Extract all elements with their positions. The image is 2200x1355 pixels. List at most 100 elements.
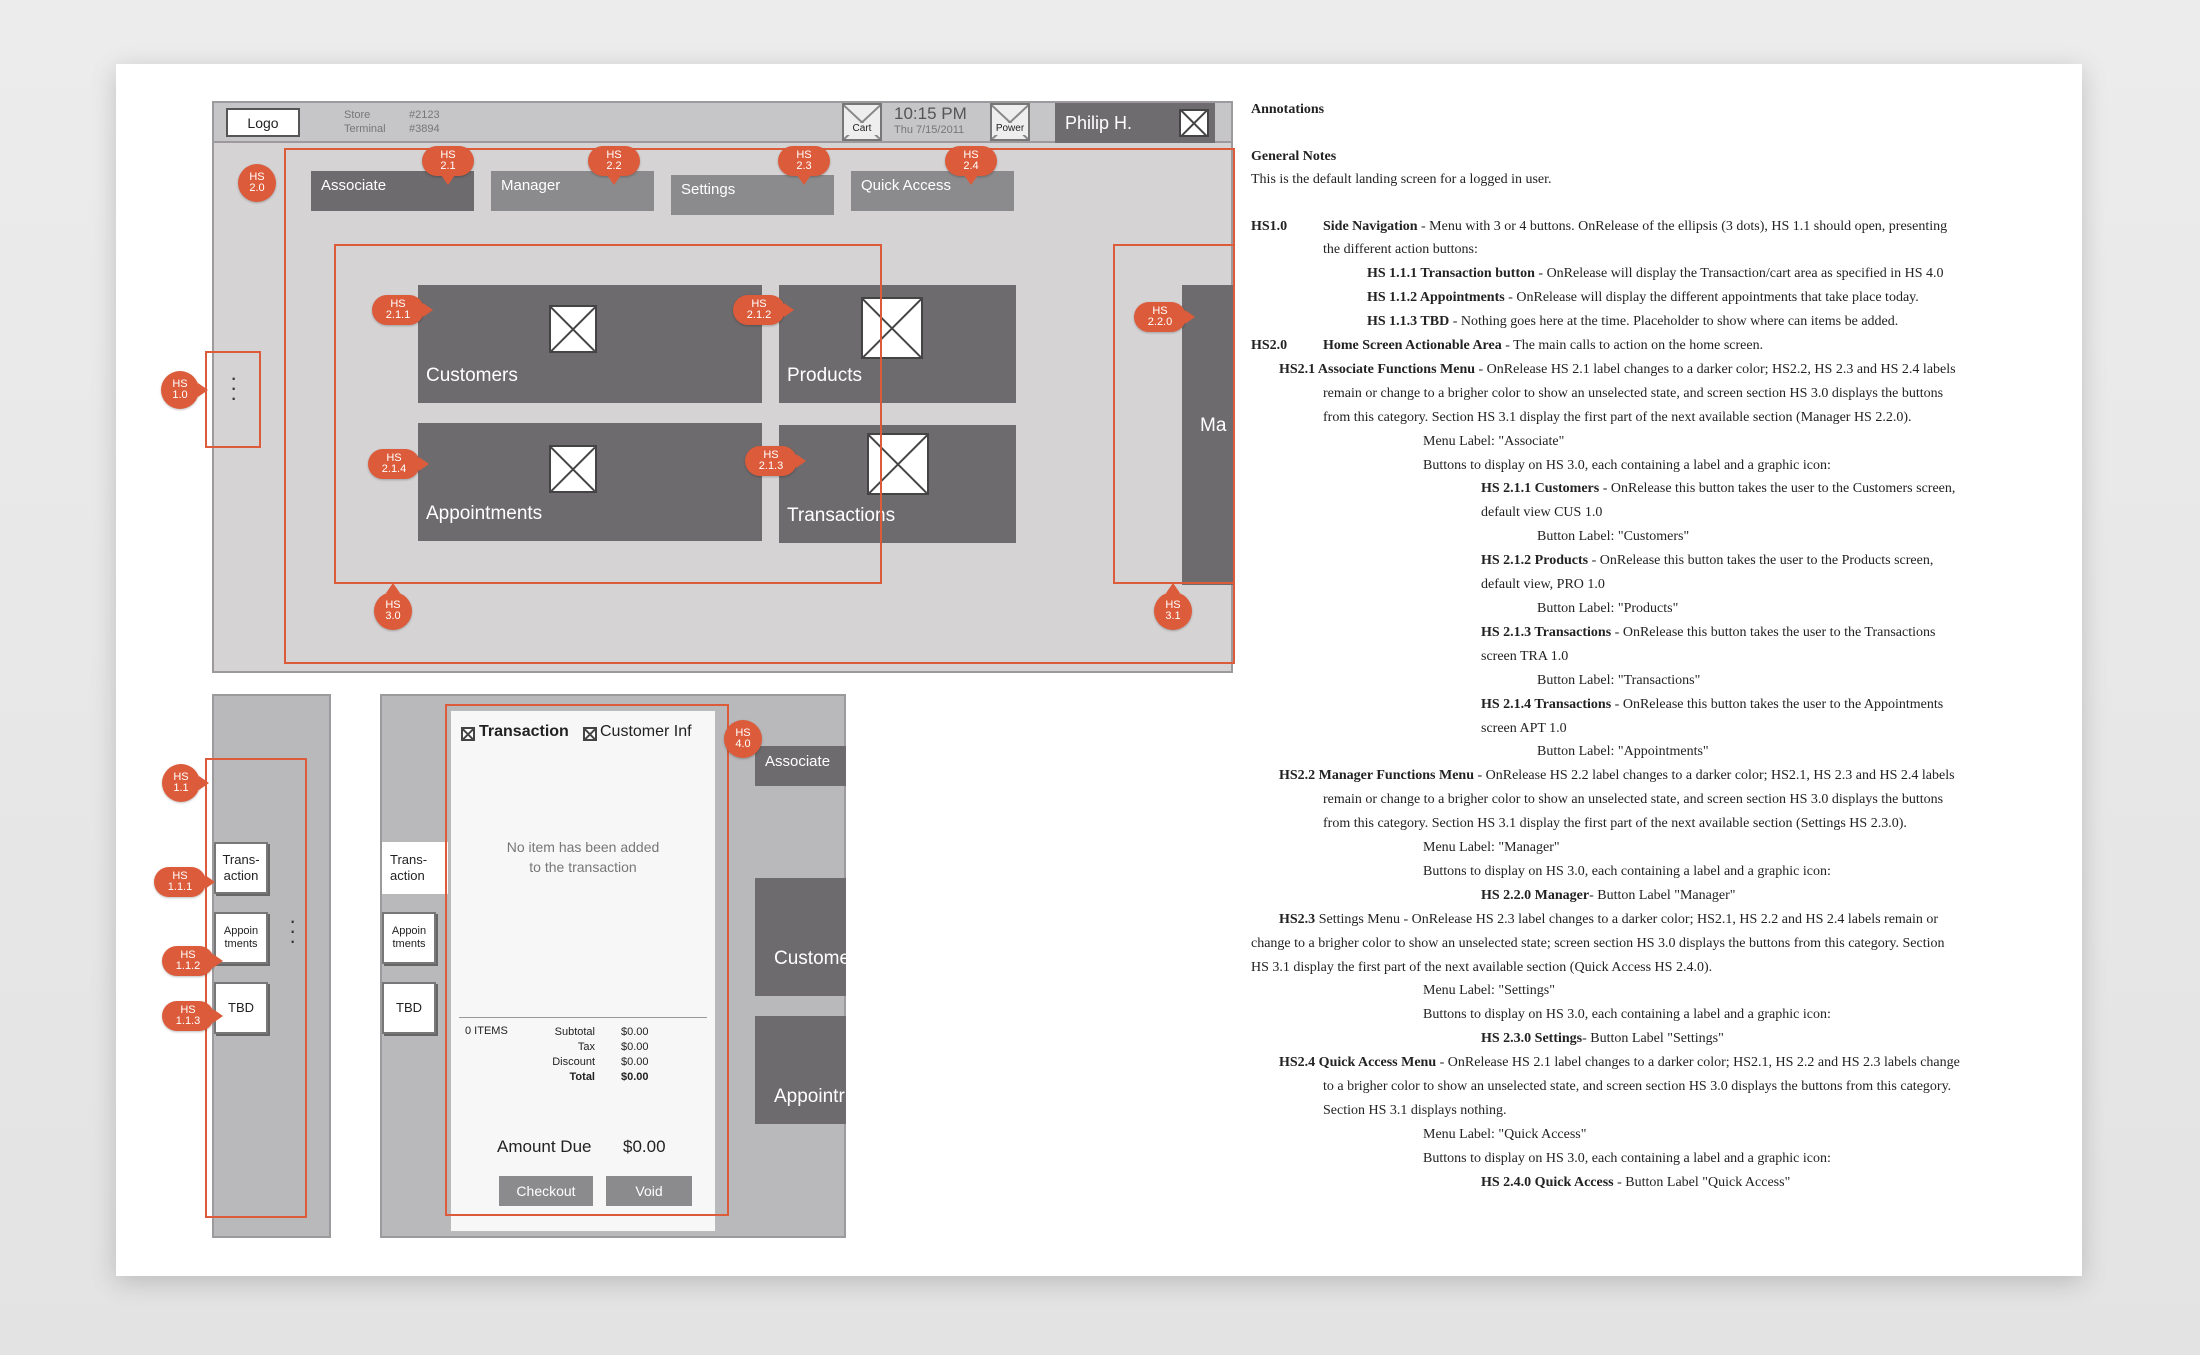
annotation-line: screen TRA 1.0 xyxy=(1481,645,1568,669)
hotspot-hs1-0-outline xyxy=(205,351,261,448)
annotation-line: Buttons to display on HS 3.0, each conta… xyxy=(1423,454,1831,478)
annotation-line-heading: HS2.1 Associate Functions Menu xyxy=(1279,361,1476,377)
annotation-line: Menu Label: "Quick Access" xyxy=(1423,1123,1586,1147)
hotspot-hs3-1-outline xyxy=(1113,244,1235,584)
annotation-line: HS 2.1.4 Transactions - OnRelease this b… xyxy=(1481,693,1943,717)
annotation-line-text: Button Label: "Products" xyxy=(1537,600,1679,616)
annotation-line-text: - OnRelease HS 2.1 label changes to a da… xyxy=(1436,1055,1960,1071)
annotation-line: remain or change to a brigher color to s… xyxy=(1323,788,1943,812)
annotation-line: HS2.3 Settings Menu - OnRelease HS 2.3 l… xyxy=(1279,908,1938,932)
annotation-line: Menu Label: "Settings" xyxy=(1423,979,1555,1003)
annotations-title: Annotations xyxy=(1251,102,1325,117)
annotation-line-heading: HS 2.1.2 Products xyxy=(1481,553,1589,569)
annotation-line-text: - OnRelease this button takes the user t… xyxy=(1588,553,1934,569)
pin-hs4-0-number: 4.0 xyxy=(735,738,751,750)
annotation-line: HS 2.4.0 Quick Access - Button Label "Qu… xyxy=(1481,1171,1790,1195)
annotation-line: HS 1.1.2 Appointments - OnRelease will d… xyxy=(1367,286,1919,310)
annotation-line-text: Buttons to display on HS 3.0, each conta… xyxy=(1423,863,1831,879)
annotation-line: HS 2.1.3 Transactions - OnRelease this b… xyxy=(1481,621,1935,645)
annotation-line-text: to a brigher color to show an unselected… xyxy=(1323,1079,1952,1095)
annotation-line-text: default view, PRO 1.0 xyxy=(1481,577,1605,593)
pin-hs2-1-2-number: 2.1.2 xyxy=(746,309,772,321)
annotation-line-text: Settings Menu - OnRelease HS 2.3 label c… xyxy=(1315,911,1939,927)
pin-hs1-1: HS 1.1 xyxy=(162,764,200,802)
annotation-line-heading: HS 2.3.0 Settings xyxy=(1481,1031,1583,1047)
terminal-number: #3894 xyxy=(409,123,440,135)
annotation-line: HS 2.1.1 Customers - OnRelease this butt… xyxy=(1481,477,1955,501)
annotation-line-heading: Home Screen Actionable Area xyxy=(1323,338,1502,354)
annotation-line-heading: HS 2.1.4 Transactions xyxy=(1481,696,1612,712)
transaction-side-appointments-button[interactable]: Appoin tments xyxy=(382,912,436,964)
annotation-line: Buttons to display on HS 3.0, each conta… xyxy=(1423,860,1831,884)
power-label: Power xyxy=(992,123,1028,135)
annotation-line-heading: HS2.2 Manager Functions Menu xyxy=(1279,768,1474,784)
pin-hs2-0-number: 2.0 xyxy=(249,182,265,194)
annotation-line-text: - Nothing goes here at the time. Placeho… xyxy=(1449,314,1899,330)
annotation-line: HS2.1 Associate Functions Menu - OnRelea… xyxy=(1279,358,1956,382)
logo: Logo xyxy=(226,108,300,137)
annotation-line: screen APT 1.0 xyxy=(1481,717,1567,741)
annotation-line-heading: HS 2.4.0 Quick Access xyxy=(1481,1174,1614,1190)
annotation-line-text: - OnRelease this button takes the user t… xyxy=(1599,481,1956,497)
annotation-line-text: remain or change to a brigher color to s… xyxy=(1323,385,1944,401)
pin-hs2-1-3-number: 2.1.3 xyxy=(758,460,784,472)
peek-customers-tile[interactable]: Custome xyxy=(755,878,846,996)
annotation-line: from this category. Section HS 3.1 displ… xyxy=(1323,812,1907,836)
annotation-line-text: Buttons to display on HS 3.0, each conta… xyxy=(1423,1150,1831,1166)
annotation-line: HS 3.1 display the first part of the nex… xyxy=(1251,956,1712,980)
annotation-line-text: - Menu with 3 or 4 buttons. OnRelease of… xyxy=(1417,218,1948,234)
cart-button[interactable]: Cart xyxy=(842,103,882,141)
pin-hs2-1-3: HS 2.1.3 xyxy=(745,446,797,476)
annotation-line-text: - Button Label "Manager" xyxy=(1589,887,1736,903)
annotation-line: HS 1.1.1 Transaction button - OnRelease … xyxy=(1367,262,1944,286)
pin-hs3-0: HS 3.0 xyxy=(374,592,412,630)
annotation-line-text: Button Label: "Customers" xyxy=(1537,529,1690,545)
pin-hs1-1-3: HS 1.1.3 xyxy=(162,1001,214,1031)
store-label: Store xyxy=(344,109,371,121)
annotation-line-text: - OnRelease HS 2.1 label changes to a da… xyxy=(1475,361,1956,377)
annotation-line: remain or change to a brigher color to s… xyxy=(1323,382,1943,406)
annotation-line: HS 2.1.2 Products - OnRelease this butto… xyxy=(1481,549,1933,573)
general-notes-text: This is the default landing screen for a… xyxy=(1251,172,1552,187)
annotation-line-heading: HS2.3 xyxy=(1279,911,1316,927)
pin-hs3-1-number: 3.1 xyxy=(1165,610,1181,622)
pin-hs2-2-0-number: 2.2.0 xyxy=(1147,316,1173,328)
annotation-line: Side Navigation - Menu with 3 or 4 butto… xyxy=(1323,215,1947,239)
annotation-line-text: Menu Label: "Associate" xyxy=(1423,433,1565,449)
transaction-side-tbd-button[interactable]: TBD xyxy=(382,982,436,1034)
pin-hs2-3: HS 2.3 xyxy=(778,146,830,176)
annotation-line-text: default view CUS 1.0 xyxy=(1481,505,1603,521)
pin-hs2-1-number: 2.1 xyxy=(440,160,456,172)
annotation-line: change to a brigher color to show an uns… xyxy=(1251,932,1944,956)
pin-hs2-1-1: HS 2.1.1 xyxy=(372,295,424,325)
annotation-line: Home Screen Actionable Area - The main c… xyxy=(1323,334,1763,358)
annotation-line-text: remain or change to a brigher color to s… xyxy=(1323,792,1944,808)
pin-hs1-1-2: HS 1.1.2 xyxy=(162,946,214,976)
annotation-line-text: change to a brigher color to show an uns… xyxy=(1251,935,1945,951)
annotation-line-text: screen TRA 1.0 xyxy=(1481,648,1569,664)
clock-time: 10:15 PM xyxy=(894,104,967,123)
annotation-line-text: the different action buttons: xyxy=(1323,242,1478,258)
power-button[interactable]: Power xyxy=(990,103,1030,141)
store-number: #2123 xyxy=(409,109,440,121)
annotation-line: to a brigher color to show an unselected… xyxy=(1323,1075,1951,1099)
transaction-side-tab[interactable]: Trans- action xyxy=(382,842,448,894)
pin-hs2-2-number: 2.2 xyxy=(606,160,622,172)
peek-appointments-tile[interactable]: Appointr xyxy=(755,1016,846,1124)
pin-hs2-2-0: HS 2.2.0 xyxy=(1134,302,1186,332)
annotation-line: Menu Label: "Associate" xyxy=(1423,430,1564,454)
pin-hs2-1-2: HS 2.1.2 xyxy=(733,295,785,325)
user-account[interactable]: Philip H. xyxy=(1055,103,1215,143)
annotation-line-heading: HS 2.1.3 Transactions xyxy=(1481,624,1612,640)
annotation-line: HS 2.2.0 Manager- Button Label "Manager" xyxy=(1481,884,1735,908)
annotation-line-text: - OnRelease will display the different a… xyxy=(1504,290,1919,306)
annotation-line-heading: HS2.0 xyxy=(1251,338,1288,354)
peek-associate-tab[interactable]: Associate xyxy=(755,746,846,786)
pin-hs1-0: HS 1.0 xyxy=(161,371,199,409)
annotation-line-heading: HS2.4 Quick Access Menu xyxy=(1279,1055,1437,1071)
annotation-line-text: - OnRelease will display the Transaction… xyxy=(1534,266,1944,282)
pin-hs2-1: HS 2.1 xyxy=(422,146,474,176)
annotation-line-heading: HS 1.1.1 Transaction button xyxy=(1367,266,1535,282)
cart-label: Cart xyxy=(844,123,880,135)
terminal-label: Terminal xyxy=(344,123,386,135)
